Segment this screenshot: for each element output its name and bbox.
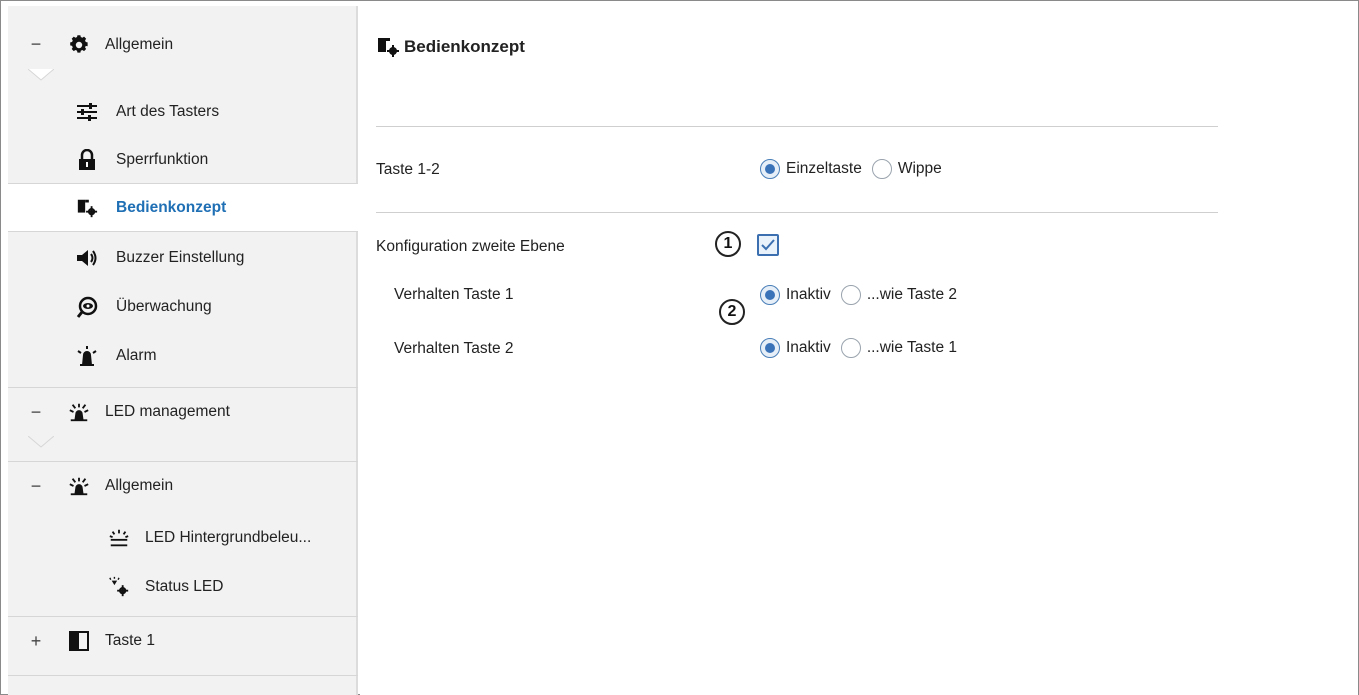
sidebar-item-label: Alarm: [116, 346, 157, 364]
verhalten-taste-1-radio-group: Inaktiv ...wie Taste 2: [760, 285, 967, 305]
tree-connector-notch: [28, 69, 54, 81]
sidebar-separator: [8, 675, 358, 695]
alarm-icon: [76, 345, 98, 367]
sidebar-item-label: Art des Tasters: [116, 102, 220, 120]
verhalten-taste-1-label: Verhalten Taste 1: [394, 286, 514, 303]
sidebar-item-label: LED Hintergrundbeleu...: [145, 528, 312, 546]
eye-monitor-icon: [76, 296, 98, 318]
speaker-icon: [76, 247, 98, 269]
led-icon: [68, 401, 90, 423]
radio-label-wie-taste-2[interactable]: ...wie Taste 2: [867, 286, 957, 304]
second-level-label: Konfiguration zweite Ebene: [376, 238, 565, 255]
second-level-checkbox[interactable]: [757, 234, 779, 256]
sidebar-item-art-des-tasters[interactable]: Art des Tasters: [8, 87, 358, 136]
sidebar-item-label: Überwachung: [116, 297, 212, 315]
button-panel-icon: [68, 630, 90, 652]
led-icon: [68, 475, 90, 497]
callout-badge-1: 1: [715, 231, 741, 257]
divider: [376, 212, 1218, 213]
sidebar-item-bedienkonzept[interactable]: Bedienkonzept: [8, 183, 358, 232]
divider: [376, 126, 1218, 127]
sidebar-item-buzzer-einstellung[interactable]: Buzzer Einstellung: [8, 233, 358, 282]
sidebar-item-led-hintergrundbeleuchtung[interactable]: LED Hintergrundbeleu...: [8, 513, 358, 562]
sidebar-tree: − Allgemein Art des Tasters Sperrfunktio…: [8, 6, 358, 695]
radio-label-wie-taste-1[interactable]: ...wie Taste 1: [867, 339, 957, 357]
lock-icon: [76, 148, 98, 171]
callout-badge-2: 2: [719, 299, 745, 325]
sidebar-item-status-led[interactable]: Status LED: [8, 562, 358, 611]
radio-label-inaktiv[interactable]: Inaktiv: [786, 286, 831, 304]
sidebar-item-label: LED management: [105, 403, 230, 420]
sidebar-item-taste-1[interactable]: + Taste 1: [8, 616, 358, 665]
radio-wippe[interactable]: [871, 159, 892, 179]
sidebar-item-led-allgemein[interactable]: − Allgemein: [8, 461, 358, 510]
sidebar-item-ueberwachung[interactable]: Überwachung: [8, 282, 358, 331]
tree-connector-notch: [28, 436, 54, 448]
verhalten-taste-2-radio-group: Inaktiv ...wie Taste 1: [760, 338, 967, 358]
radio-label-inaktiv[interactable]: Inaktiv: [786, 339, 831, 357]
sidebar-item-label: Taste 1: [105, 632, 155, 649]
sidebar-item-allgemein[interactable]: − Allgemein: [8, 20, 358, 69]
radio-label-wippe[interactable]: Wippe: [898, 160, 942, 178]
panel-gear-icon: [76, 197, 98, 219]
sidebar-item-sperrfunktion[interactable]: Sperrfunktion: [8, 135, 358, 184]
panel-gear-icon: [376, 36, 400, 58]
collapse-toggle[interactable]: −: [28, 402, 44, 423]
collapse-toggle[interactable]: −: [28, 34, 44, 55]
page-title: Bedienkonzept: [376, 36, 525, 58]
taste12-radio-group: Einzeltaste Wippe: [760, 159, 952, 179]
expand-toggle[interactable]: +: [28, 631, 44, 652]
radio-wie-taste-1[interactable]: [840, 338, 861, 358]
sidebar-item-label: Bedienkonzept: [116, 198, 227, 216]
collapse-toggle[interactable]: −: [28, 476, 44, 497]
radio-inaktiv[interactable]: [760, 338, 780, 358]
status-led-icon: [108, 576, 130, 598]
sidebar-item-alarm[interactable]: Alarm: [8, 331, 358, 380]
sidebar-item-label: Allgemein: [105, 477, 174, 494]
radio-einzeltaste[interactable]: [760, 159, 780, 179]
page-title-text: Bedienkonzept: [404, 37, 525, 56]
backlight-icon: [108, 527, 130, 549]
sidebar-item-led-management[interactable]: − LED management: [8, 387, 358, 436]
sidebar-item-label: Sperrfunktion: [116, 150, 209, 168]
taste12-label: Taste 1-2: [376, 161, 440, 178]
sidebar-item-label: Buzzer Einstellung: [116, 248, 245, 266]
verhalten-taste-2-label: Verhalten Taste 2: [394, 340, 514, 357]
sliders-icon: [76, 101, 98, 123]
gear-icon: [68, 34, 90, 56]
radio-label-einzeltaste[interactable]: Einzeltaste: [786, 160, 862, 178]
checkmark-icon: [761, 239, 775, 251]
settings-panel: Bedienkonzept Taste 1-2 Einzeltaste Wipp…: [360, 6, 1358, 695]
radio-wie-taste-2[interactable]: [840, 285, 861, 305]
sidebar-item-label: Status LED: [145, 577, 224, 595]
radio-inaktiv[interactable]: [760, 285, 780, 305]
sidebar-item-label: Allgemein: [105, 35, 174, 53]
